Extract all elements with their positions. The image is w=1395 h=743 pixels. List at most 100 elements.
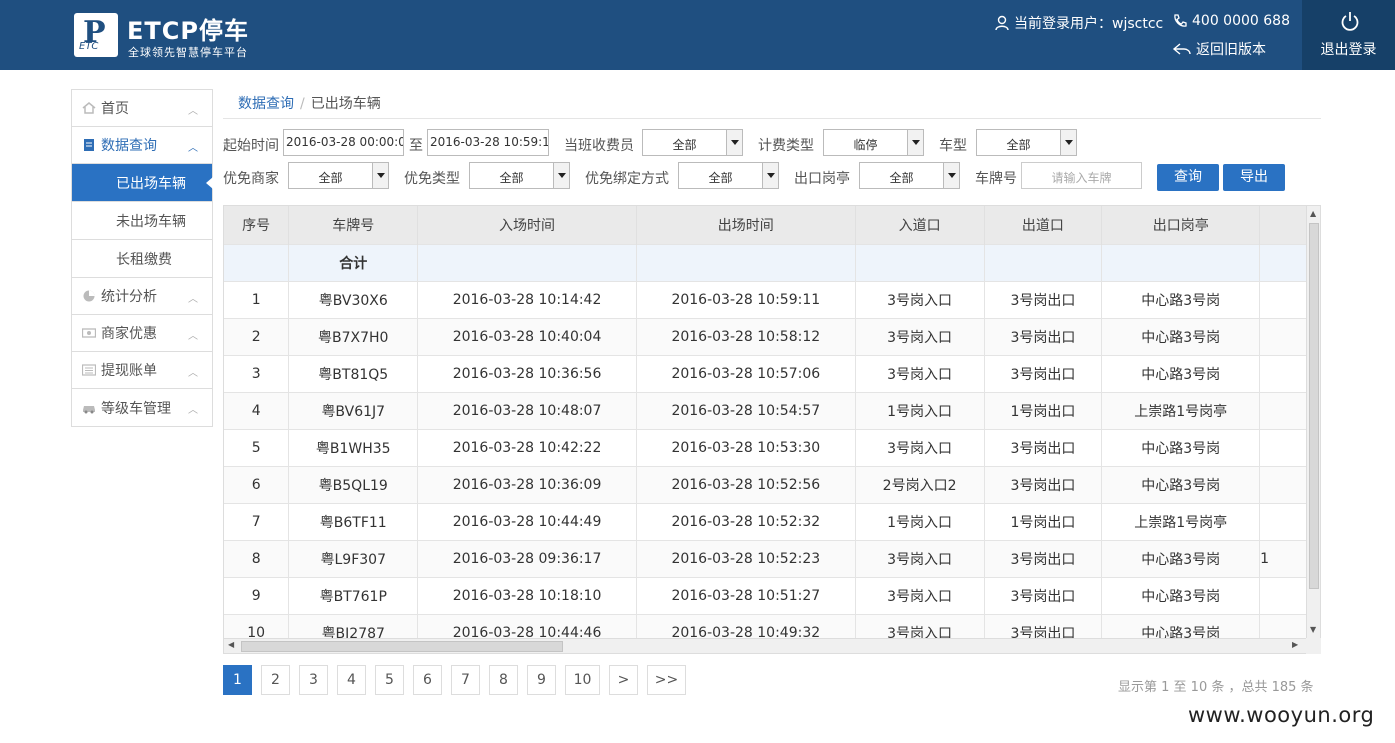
- bind-method-select[interactable]: 全部: [678, 162, 779, 189]
- sidebar: 首页 ︿ 数据查询 ︿ 已出场车辆 未出场车辆 长租缴费 统计分析 ︿ 商家优惠…: [71, 89, 213, 427]
- discount-type-label: 优免类型: [404, 171, 460, 187]
- table-row[interactable]: 3 粤BT81Q5 2016-03-28 10:36:56 2016-03-28 10…: [224, 354, 1320, 392]
- table-cell: 2016-03-28 09:36:17: [417, 539, 637, 577]
- brand-slogan: 全球领先智慧停车平台: [128, 46, 248, 59]
- sidebar-item-home[interactable]: 首页 ︿: [72, 90, 212, 127]
- column-header[interactable]: 出道口: [984, 206, 1103, 244]
- table-cell: 中心路3号岗: [1101, 576, 1261, 614]
- table-row[interactable]: 6 粤B5QL19 2016-03-28 10:36:09 2016-03-28 10…: [224, 465, 1320, 503]
- column-header[interactable]: 出口岗亭: [1101, 206, 1261, 244]
- table-cell: 上崇路1号岗亭: [1101, 391, 1261, 429]
- sidebar-sub-long-rent-payment[interactable]: 长租缴费: [72, 240, 212, 278]
- table-cell: 2: [224, 317, 290, 355]
- scroll-down-icon[interactable]: ▼: [1310, 625, 1316, 634]
- exit-booth-select[interactable]: 全部: [859, 162, 960, 189]
- table-cell: 3号岗出口: [984, 354, 1103, 392]
- table-row[interactable]: 9 粤BT761P 2016-03-28 10:18:10 2016-03-28 10…: [224, 576, 1320, 614]
- column-header[interactable]: 序号: [224, 206, 290, 244]
- horizontal-scrollbar[interactable]: ◀ ▶: [224, 638, 1306, 653]
- merchant-select[interactable]: 全部: [288, 162, 389, 189]
- horizontal-scroll-thumb[interactable]: [241, 641, 563, 652]
- table-cell: 3号岗入口: [855, 280, 985, 318]
- sidebar-item-statistics[interactable]: 统计分析 ︿: [72, 278, 212, 315]
- page-button[interactable]: 7: [451, 665, 480, 695]
- table-cell: 中心路3号岗: [1101, 280, 1261, 318]
- table-cell: 3号岗出口: [984, 280, 1103, 318]
- table-cell: 中心路3号岗: [1101, 317, 1261, 355]
- table-cell: 2016-03-28 10:58:12: [636, 317, 856, 355]
- page-button[interactable]: 2: [261, 665, 290, 695]
- sidebar-item-merchant-discount[interactable]: 商家优惠 ︿: [72, 315, 212, 352]
- table-cell: 2016-03-28 10:48:07: [417, 391, 637, 429]
- sidebar-item-data-query[interactable]: 数据查询 ︿: [72, 127, 212, 164]
- results-table-container: 序号 车牌号 入场时间 出场时间 入道口 出道口 出口岗亭 合计 1 粤BV30…: [223, 205, 1321, 654]
- bind-method-value: 全部: [708, 171, 733, 185]
- discount-type-select[interactable]: 全部: [469, 162, 570, 189]
- table-cell: 粤BV30X6: [288, 280, 419, 318]
- table-cell: 2016-03-28 10:53:30: [636, 428, 856, 466]
- plate-input[interactable]: 请输入车牌: [1021, 162, 1142, 189]
- table-cell: [636, 243, 856, 281]
- table-row[interactable]: 1 粤BV30X6 2016-03-28 10:14:42 2016-03-28 10…: [224, 280, 1320, 318]
- table-cell: 粤B5QL19: [288, 465, 419, 503]
- logout-button[interactable]: 退出登录: [1302, 0, 1395, 70]
- export-button[interactable]: 导出: [1223, 164, 1285, 191]
- table-cell: 2016-03-28 10:59:11: [636, 280, 856, 318]
- top-header: P ETC ETCP停车 全球领先智慧停车平台 当前登录用户：wjsctcc 4…: [0, 0, 1395, 70]
- table-row[interactable]: 8 粤L9F307 2016-03-28 09:36:17 2016-03-28 10…: [224, 539, 1320, 577]
- table-row[interactable]: 7 粤B6TF11 2016-03-28 10:44:49 2016-03-28 10…: [224, 502, 1320, 540]
- fee-type-select[interactable]: 临停: [823, 129, 924, 156]
- end-time-input[interactable]: 2016-03-28 10:59:11: [427, 129, 549, 156]
- vertical-scroll-thumb[interactable]: [1309, 223, 1319, 589]
- page-button[interactable]: 8: [489, 665, 518, 695]
- table-cell: 6: [224, 465, 290, 503]
- breadcrumb-parent[interactable]: 数据查询: [238, 96, 294, 112]
- page-button[interactable]: >>: [647, 665, 686, 695]
- table-cell: 2016-03-28 10:52:56: [636, 465, 856, 503]
- table-cell: 2016-03-28 10:44:49: [417, 502, 637, 540]
- table-header-row: 序号 车牌号 入场时间 出场时间 入道口 出道口 出口岗亭: [224, 206, 1320, 244]
- table-row[interactable]: 5 粤B1WH35 2016-03-28 10:42:22 2016-03-28 10…: [224, 428, 1320, 466]
- page-button[interactable]: 3: [299, 665, 328, 695]
- sidebar-sub-present-vehicles[interactable]: 未出场车辆: [72, 202, 212, 240]
- page-button[interactable]: 9: [527, 665, 556, 695]
- column-header[interactable]: 入道口: [855, 206, 985, 244]
- breadcrumb-current: 已出场车辆: [310, 96, 381, 112]
- page-button[interactable]: 4: [337, 665, 366, 695]
- table-cell: 3号岗出口: [984, 317, 1103, 355]
- merchant-label: 优免商家: [223, 171, 279, 187]
- page-button[interactable]: 1: [223, 665, 252, 695]
- table-cell: 2016-03-28 10:36:56: [417, 354, 637, 392]
- column-header[interactable]: 出场时间: [636, 206, 856, 244]
- chevron-up-icon: ︿: [188, 368, 198, 379]
- page-button[interactable]: >: [609, 665, 638, 695]
- car-type-label: 车型: [939, 138, 967, 154]
- scroll-left-icon[interactable]: ◀: [228, 640, 234, 649]
- table-cell: 2016-03-28 10:18:10: [417, 576, 637, 614]
- car-type-select[interactable]: 全部: [976, 129, 1077, 156]
- scroll-right-icon[interactable]: ▶: [1292, 640, 1298, 649]
- table-row[interactable]: 2 粤B7X7H0 2016-03-28 10:40:04 2016-03-28 10…: [224, 317, 1320, 355]
- watermark: www.wooyun.org: [1188, 703, 1375, 727]
- column-header[interactable]: 车牌号: [288, 206, 419, 244]
- sidebar-item-withdraw-bill[interactable]: 提现账单 ︿: [72, 352, 212, 389]
- vertical-scrollbar[interactable]: ▲ ▼: [1306, 206, 1320, 638]
- discount-type-value: 全部: [499, 171, 524, 185]
- query-button[interactable]: 查询: [1157, 164, 1219, 191]
- page-button[interactable]: 5: [375, 665, 404, 695]
- total-label: 合计: [288, 243, 419, 281]
- table-cell: 2016-03-28 10:36:09: [417, 465, 637, 503]
- page-button[interactable]: 6: [413, 665, 442, 695]
- cashier-select[interactable]: 全部: [642, 129, 743, 156]
- chevron-up-icon: ︿: [188, 106, 198, 117]
- phone-icon: [1174, 14, 1187, 27]
- start-time-input[interactable]: 2016-03-28 00:00:00: [283, 129, 404, 156]
- car-type-value: 全部: [1006, 138, 1031, 152]
- scroll-up-icon[interactable]: ▲: [1310, 209, 1316, 218]
- sidebar-item-vehicle-levels[interactable]: 等级车管理 ︿: [72, 389, 212, 426]
- column-header[interactable]: 入场时间: [417, 206, 637, 244]
- back-old-version-link[interactable]: 返回旧版本: [1172, 39, 1266, 59]
- table-row[interactable]: 4 粤BV61J7 2016-03-28 10:48:07 2016-03-28 10…: [224, 391, 1320, 429]
- page-button[interactable]: 10: [565, 665, 600, 695]
- sidebar-sub-exited-vehicles[interactable]: 已出场车辆: [72, 164, 213, 202]
